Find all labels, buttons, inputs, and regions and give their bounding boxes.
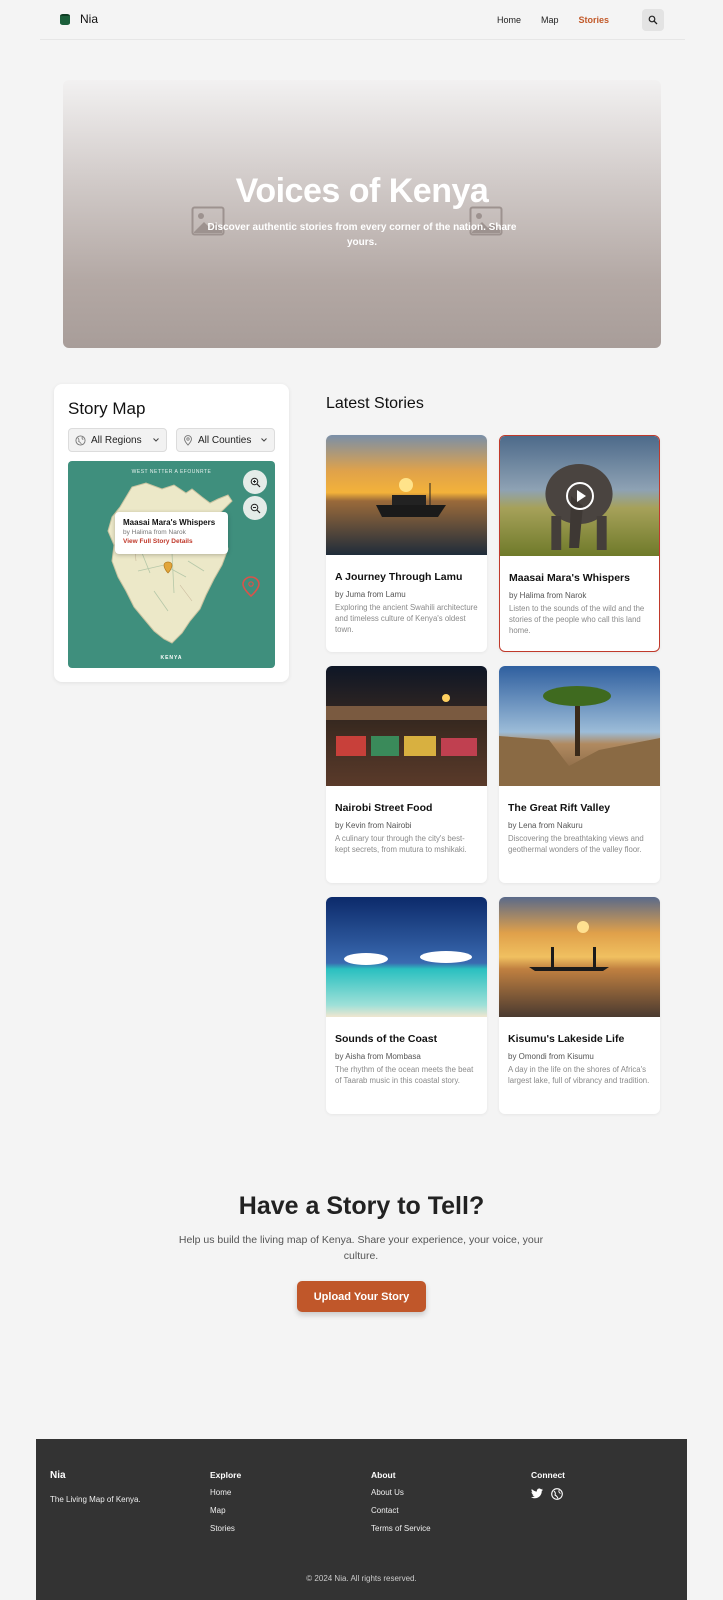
brand-name: Nia	[80, 12, 99, 26]
story-description: A culinary tour through the city's best-…	[335, 834, 467, 854]
footer-connect: Connect	[531, 1470, 565, 1500]
story-title: Kisumu's Lakeside Life	[508, 1033, 625, 1045]
globe-icon[interactable]	[551, 1488, 563, 1500]
zoom-out-icon	[250, 503, 260, 513]
footer-explore: Explore Home Map Stories	[210, 1470, 241, 1542]
footer-brand: Nia	[50, 1470, 66, 1481]
location-pin-icon	[184, 434, 192, 446]
popup-details-link[interactable]: View Full Story Details	[123, 538, 220, 545]
region-select-value: All Regions	[91, 434, 142, 446]
footer-copyright: © 2024 Nia. All rights reserved.	[306, 1574, 417, 1583]
footer-link-map[interactable]: Map	[210, 1506, 241, 1515]
footer-link-stories[interactable]: Stories	[210, 1524, 241, 1533]
story-description: The rhythm of the ocean meets the beat o…	[335, 1065, 474, 1085]
story-title: A Journey Through Lamu	[335, 571, 463, 583]
story-description: Exploring the ancient Swahili architectu…	[335, 603, 478, 634]
zoom-out-button[interactable]	[243, 496, 267, 520]
footer-link-home[interactable]: Home	[210, 1488, 241, 1497]
kenya-country-shape	[107, 482, 260, 644]
cta-text: Help us build the living map of Kenya. S…	[178, 1234, 544, 1262]
story-description: Listen to the sounds of the wild and the…	[509, 604, 645, 635]
region-select[interactable]: All Regions	[68, 428, 167, 452]
brand-logo[interactable]: Nia	[60, 12, 98, 26]
hero-subtitle: Discover authentic stories from every co…	[207, 222, 517, 248]
story-image	[326, 666, 487, 786]
latest-stories-title: Latest Stories	[326, 395, 424, 412]
story-byline: by Lena from Nakuru	[508, 821, 583, 830]
footer-link-terms[interactable]: Terms of Service	[371, 1524, 431, 1533]
map-popup: Maasai Mara's Whispers by Halima from Na…	[115, 512, 228, 554]
story-map-card: Story Map All Regions All Counties WEST …	[54, 384, 289, 682]
story-byline: by Halima from Narok	[509, 591, 587, 600]
story-card[interactable]: A Journey Through Lamu by Juma from Lamu…	[326, 435, 487, 652]
chevron-down-icon	[153, 438, 159, 442]
twitter-icon[interactable]	[531, 1488, 543, 1499]
footer-connect-title: Connect	[531, 1470, 565, 1480]
kenya-map[interactable]: WEST NETTER A EFOUNRTE Maasai Mara's Whi…	[68, 461, 275, 668]
story-map-title: Story Map	[68, 399, 146, 418]
story-card-selected[interactable]: Maasai Mara's Whispers by Halima from Na…	[499, 435, 660, 652]
nav-link-home[interactable]: Home	[497, 15, 521, 25]
map-bottom-label: KENYA	[160, 655, 183, 661]
cta-title: Have a Story to Tell?	[238, 1192, 485, 1220]
story-byline: by Kevin from Nairobi	[335, 821, 412, 830]
story-description: Discovering the breathtaking views and g…	[508, 834, 644, 854]
story-image	[326, 897, 487, 1017]
story-card[interactable]: Sounds of the Coast by Aisha from Mombas…	[326, 897, 487, 1114]
county-select[interactable]: All Counties	[176, 428, 275, 452]
story-title: Nairobi Street Food	[335, 802, 433, 814]
footer-explore-title: Explore	[210, 1470, 242, 1480]
story-image	[499, 897, 660, 1017]
zoom-in-button[interactable]	[243, 470, 267, 494]
nav-link-map[interactable]: Map	[541, 15, 559, 25]
story-image	[499, 666, 660, 786]
popup-byline: by Halima from Narok	[123, 529, 186, 536]
story-byline: by Omondi from Kisumu	[508, 1052, 594, 1061]
footer-link-about-us[interactable]: About Us	[371, 1488, 431, 1497]
hero-banner: Voices of Kenya Discover authentic stori…	[63, 80, 661, 348]
search-button[interactable]	[642, 9, 664, 31]
story-description: A day in the life on the shores of Afric…	[508, 1065, 650, 1085]
top-nav: Nia Home Map Stories	[40, 0, 685, 40]
story-byline: by Aisha from Mombasa	[335, 1052, 421, 1061]
county-select-value: All Counties	[198, 434, 252, 446]
play-icon[interactable]	[565, 481, 595, 511]
story-card[interactable]: Nairobi Street Food by Kevin from Nairob…	[326, 666, 487, 883]
nav-link-stories[interactable]: Stories	[578, 15, 609, 25]
footer-tagline: The Living Map of Kenya.	[50, 1495, 141, 1504]
chevron-down-icon	[261, 438, 267, 442]
brand-icon	[60, 13, 70, 25]
story-card[interactable]: Kisumu's Lakeside Life by Omondi from Ki…	[499, 897, 660, 1114]
upload-story-button[interactable]: Upload Your Story	[297, 1281, 426, 1312]
story-image	[326, 435, 487, 555]
footer-link-contact[interactable]: Contact	[371, 1506, 431, 1515]
nav-links: Home Map Stories	[497, 15, 609, 25]
story-title: Maasai Mara's Whispers	[509, 572, 630, 584]
story-card[interactable]: The Great Rift Valley by Lena from Nakur…	[499, 666, 660, 883]
footer-about: About About Us Contact Terms of Service	[371, 1470, 431, 1542]
globe-icon	[75, 434, 86, 446]
popup-title: Maasai Mara's Whispers	[123, 518, 216, 527]
search-icon	[648, 15, 658, 25]
footer: Nia The Living Map of Kenya. Explore Hom…	[36, 1439, 687, 1600]
hero-title: Voices of Kenya	[235, 172, 489, 210]
zoom-in-icon	[250, 477, 260, 487]
story-byline: by Juma from Lamu	[335, 590, 406, 599]
story-title: The Great Rift Valley	[508, 802, 611, 814]
footer-about-title: About	[371, 1470, 396, 1480]
story-title: Sounds of the Coast	[335, 1033, 438, 1045]
